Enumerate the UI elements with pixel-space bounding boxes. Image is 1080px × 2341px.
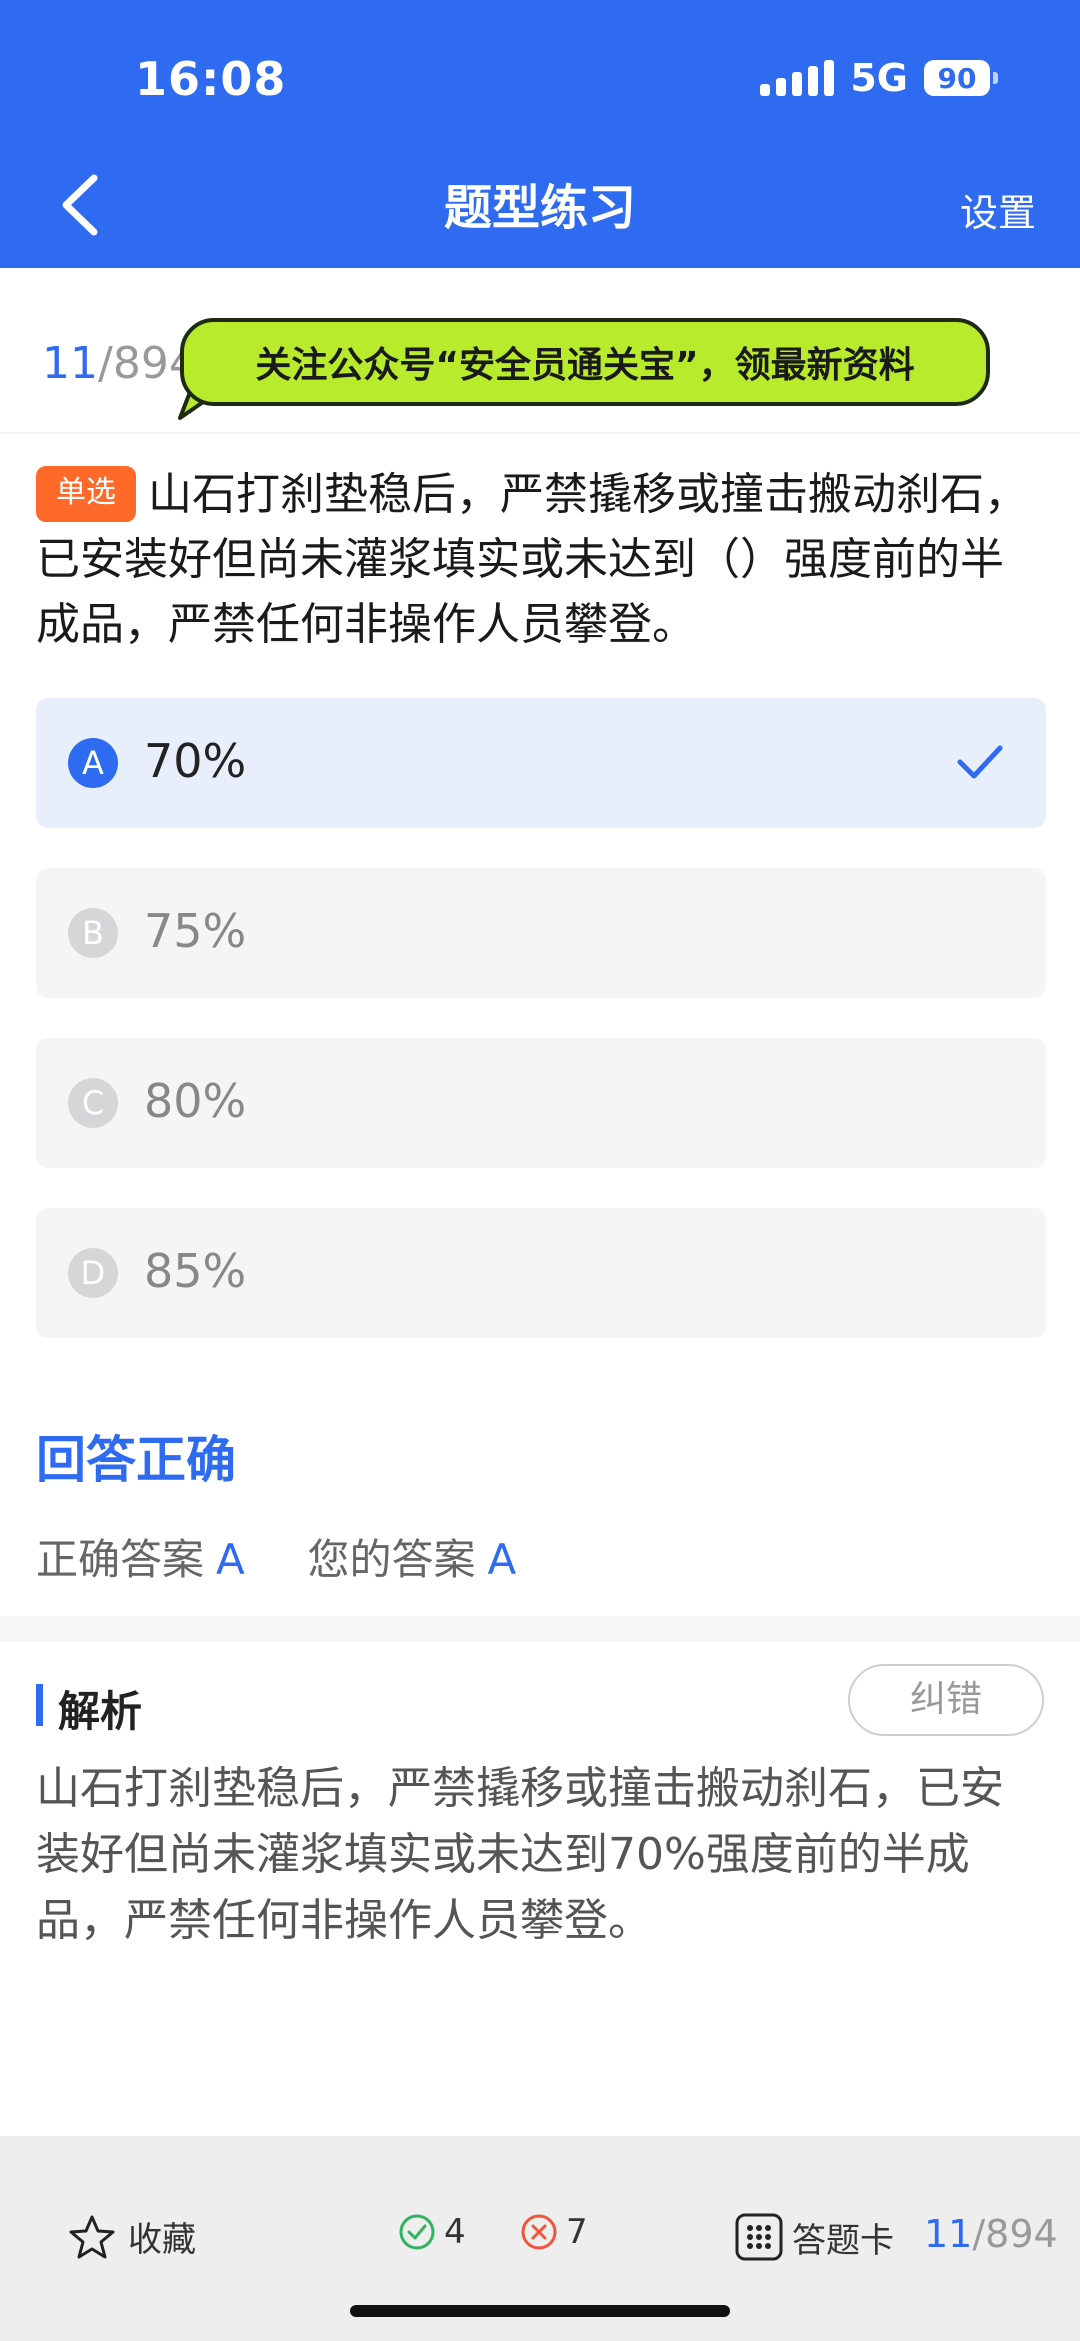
answer-card-button[interactable]: 答题卡 xyxy=(734,2212,894,2262)
battery-level: 90 xyxy=(937,61,977,95)
signal-icon xyxy=(760,60,835,96)
bottom-progress-total: /894 xyxy=(972,2212,1058,2256)
question-stem: 单选 山石打刹垫稳后，严禁撬移或撞击搬动刹石，已安装好但尚未灌浆填实或未达到（）强… xyxy=(36,462,1046,657)
answer-card-label: 答题卡 xyxy=(792,2220,894,2261)
your-answer-value: A xyxy=(487,1535,517,1584)
correct-count-value: 4 xyxy=(444,2212,466,2252)
star-icon xyxy=(69,2215,115,2258)
status-time: 16:08 xyxy=(135,52,287,106)
wrong-count-value: 7 xyxy=(566,2212,588,2252)
network-type: 5G xyxy=(850,56,908,100)
option-letter: D xyxy=(68,1248,118,1298)
analysis-title: 解析 xyxy=(36,1678,142,1739)
bottom-progress: 11/894 xyxy=(924,2212,1058,2256)
report-error-button[interactable]: 纠错 xyxy=(848,1664,1044,1736)
option-text: 70% xyxy=(144,734,247,788)
correct-circle-icon xyxy=(399,2214,435,2250)
promo-banner[interactable]: 关注公众号“安全员通关宝”，领最新资料 xyxy=(180,318,990,406)
option-b[interactable]: B 75% xyxy=(36,868,1046,998)
option-letter: A xyxy=(68,738,118,788)
option-c[interactable]: C 80% xyxy=(36,1038,1046,1168)
option-d[interactable]: D 85% xyxy=(36,1208,1046,1338)
question-type-tag: 单选 xyxy=(36,466,136,522)
divider xyxy=(0,432,1080,434)
question-counter: 11/894 xyxy=(42,338,197,389)
option-text: 85% xyxy=(144,1244,247,1298)
option-text: 75% xyxy=(144,904,247,958)
analysis-text: 山石打刹垫稳后，严禁撬移或撞击搬动刹石，已安装好但尚未灌浆填实或未达到70%强度… xyxy=(36,1763,1004,1946)
section-gap xyxy=(0,1616,1080,1642)
home-indicator xyxy=(350,2305,730,2317)
correct-count: 4 xyxy=(398,2212,466,2252)
answer-result: 回答正确 xyxy=(36,1431,236,1489)
answer-summary: 正确答案 A 您的答案 A xyxy=(36,1526,516,1587)
page-title: 题型练习 xyxy=(443,180,636,236)
correct-answer-value: A xyxy=(216,1535,245,1584)
status-indicators: 5G 90 xyxy=(760,56,998,100)
counter-current: 11 xyxy=(42,338,98,389)
bottom-progress-current: 11 xyxy=(924,2212,973,2256)
correct-answer-label: 正确答案 xyxy=(36,1535,205,1584)
favorite-button[interactable]: 收藏 xyxy=(68,2212,196,2261)
grid-icon xyxy=(735,2213,783,2261)
question-text: 山石打刹垫稳后，严禁撬移或撞击搬动刹石，已安装好但尚未灌浆填实或未达到（）强度前… xyxy=(36,469,1028,650)
your-answer-label: 您的答案 xyxy=(307,1535,476,1584)
settings-button[interactable]: 设置 xyxy=(960,182,1036,237)
option-a[interactable]: A 70% xyxy=(36,698,1046,828)
option-letter: C xyxy=(68,1078,118,1128)
favorite-label: 收藏 xyxy=(128,2220,196,2260)
wrong-count: 7 xyxy=(520,2212,588,2252)
wrong-circle-icon xyxy=(521,2214,557,2250)
check-icon xyxy=(957,745,1003,779)
option-letter: B xyxy=(68,908,118,958)
app-header: 16:08 5G 90 题型练习 设置 xyxy=(0,0,1080,268)
option-text: 80% xyxy=(144,1074,247,1128)
battery-icon: 90 xyxy=(924,60,998,96)
